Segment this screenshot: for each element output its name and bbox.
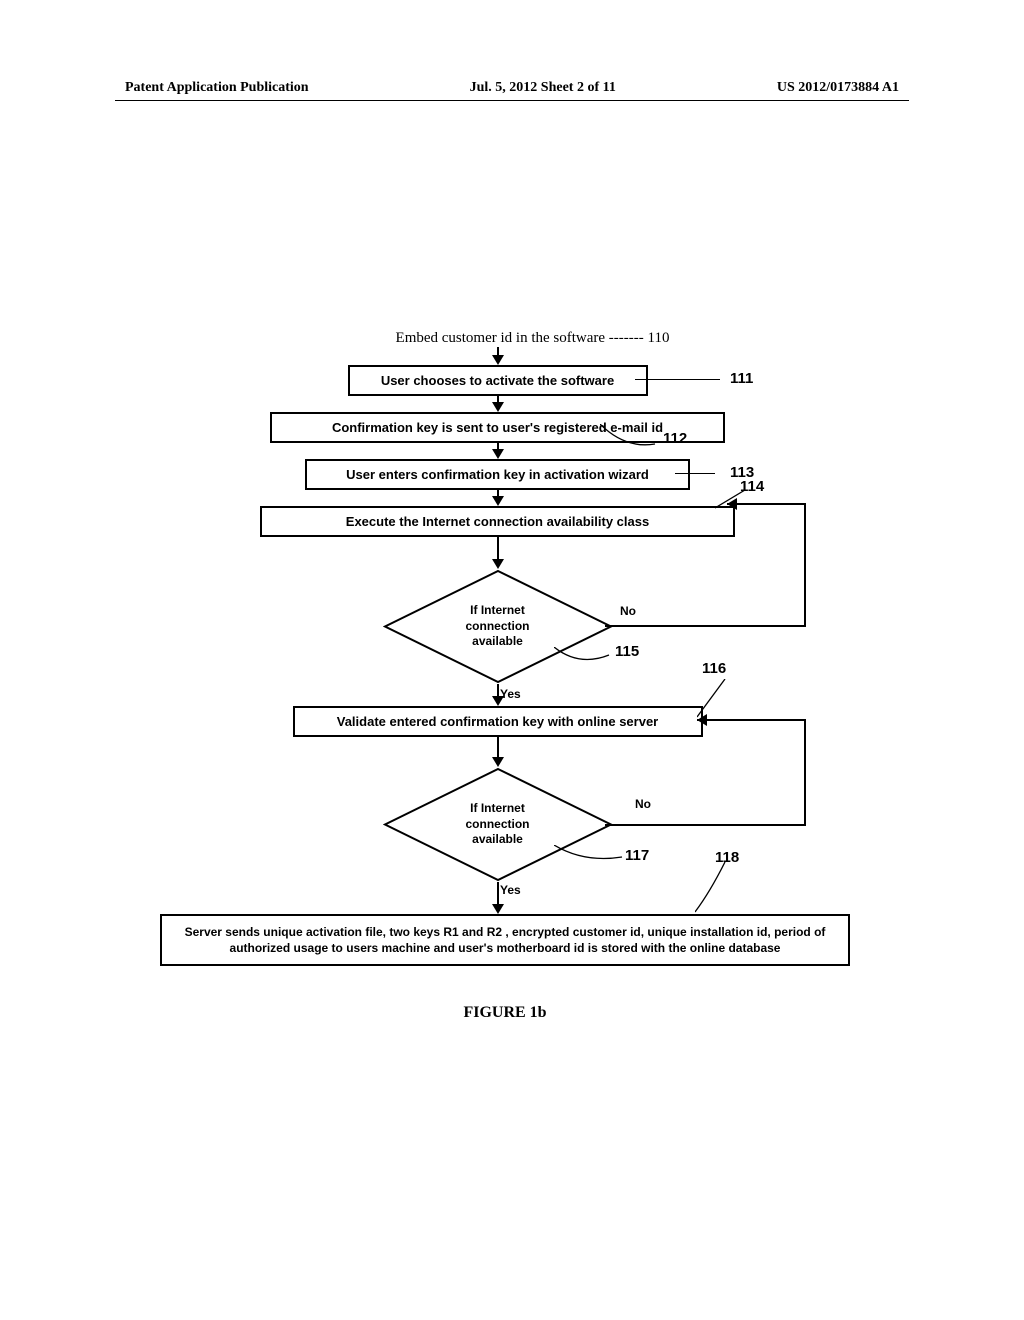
header-left: Patent Application Publication <box>125 80 309 96</box>
leader-111 <box>635 379 720 380</box>
header-center: Jul. 5, 2012 Sheet 2 of 11 <box>470 80 616 96</box>
step-activate: User chooses to activate the software <box>348 365 648 396</box>
arrow-110-111 <box>140 347 855 365</box>
arrow-111-112 <box>140 396 855 412</box>
no-path-1 <box>605 489 855 649</box>
leader-112 <box>600 424 660 454</box>
header-bar: Patent Application Publication Jul. 5, 2… <box>0 80 1024 96</box>
arrow-115-116: Yes <box>140 684 855 706</box>
header-divider <box>115 100 909 101</box>
yes-label-1: Yes <box>500 687 521 701</box>
arrow-117-118: Yes <box>140 882 855 914</box>
leader-117 <box>554 845 634 870</box>
step-enter-key: User enters confirmation key in activati… <box>305 459 690 490</box>
flowchart: Embed customer id in the software ------… <box>155 330 855 1022</box>
header-right: US 2012/0173884 A1 <box>777 80 899 96</box>
decision-internet-2-text: If Internet connection available <box>465 801 529 848</box>
arrow-112-113 <box>140 443 855 459</box>
label-115: 115 <box>615 643 639 660</box>
yes-label-2: Yes <box>500 883 521 897</box>
figure-caption: FIGURE 1b <box>463 1004 546 1022</box>
label-111: 111 <box>730 370 753 387</box>
label-116: 116 <box>702 660 726 677</box>
leader-115 <box>554 647 614 677</box>
step-server-sends: Server sends unique activation file, two… <box>160 914 850 966</box>
no-path-2 <box>605 705 855 845</box>
leader-113 <box>675 473 715 474</box>
label-112: 112 <box>663 430 687 447</box>
label-117: 117 <box>625 847 649 864</box>
decision-internet-1-text: If Internet connection available <box>465 603 529 650</box>
embed-customer-text: Embed customer id in the software ------… <box>396 330 670 347</box>
